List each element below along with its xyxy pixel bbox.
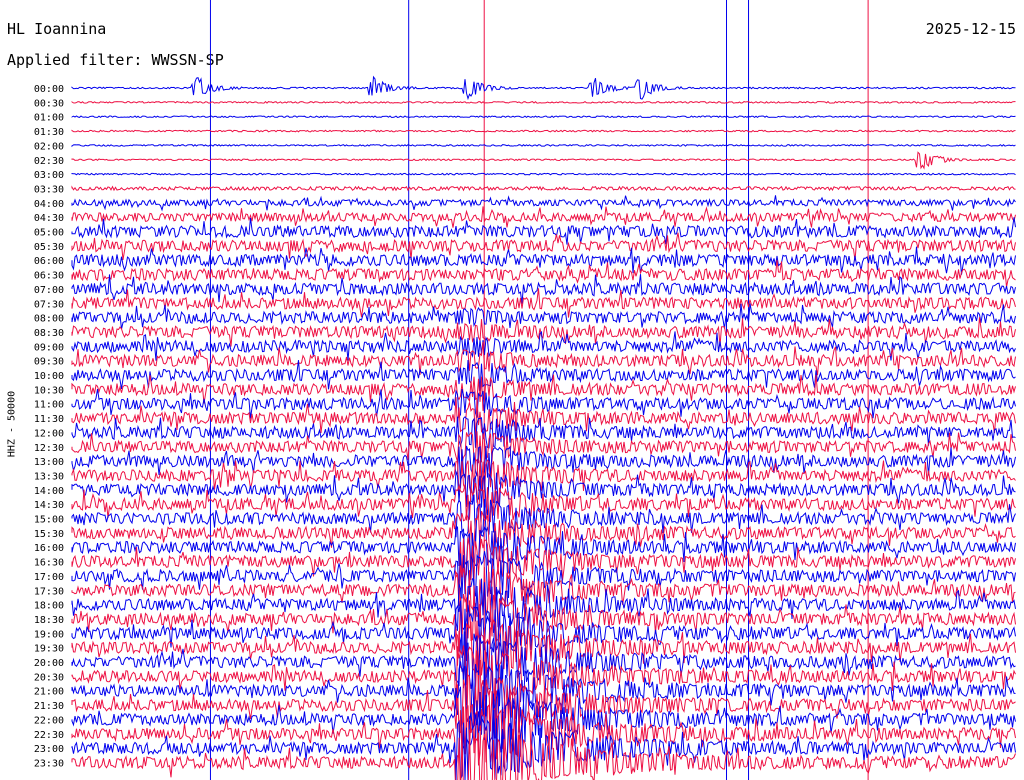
trace-row-0800 — [71, 303, 1016, 330]
trace-row-0300 — [71, 172, 1016, 176]
row-label: 19:00 — [34, 629, 64, 640]
row-label: 17:00 — [34, 572, 64, 583]
row-label: 22:00 — [34, 715, 64, 726]
trace-row-0230 — [71, 151, 1016, 170]
row-label: 08:00 — [34, 314, 64, 325]
row-label: 18:00 — [34, 601, 64, 612]
row-labels: 00:00 00:30 01:00 01:30 02:00 02:30 03:00 03:30… — [34, 84, 64, 769]
trace-row-0130 — [71, 129, 1016, 133]
row-label: 05:00 — [34, 228, 64, 239]
trace-row-1900 — [71, 600, 1016, 662]
row-label: 11:00 — [34, 400, 64, 411]
row-label: 21:00 — [34, 687, 64, 698]
row-label: 11:30 — [34, 414, 64, 425]
trace-row-0630 — [71, 259, 1016, 288]
row-label: 16:00 — [34, 543, 64, 554]
trace-row-0530 — [71, 232, 1016, 261]
row-label: 01:30 — [34, 127, 64, 138]
trace-row-0000 — [71, 75, 1016, 101]
row-label: 13:30 — [34, 471, 64, 482]
row-label: 20:30 — [34, 672, 64, 683]
row-label: 09:00 — [34, 342, 64, 353]
row-label: 00:30 — [34, 98, 64, 109]
trace-row-1030 — [71, 374, 1016, 411]
row-label: 00:00 — [34, 84, 64, 95]
helicorder-plot: 00:00 00:30 01:00 01:30 02:00 02:30 03:00 03:30… — [34, 0, 1016, 780]
row-label: 02:30 — [34, 156, 64, 167]
row-label: 23:00 — [34, 744, 64, 755]
row-label: 23:30 — [34, 758, 64, 769]
row-label: 01:00 — [34, 113, 64, 124]
row-label: 21:30 — [34, 701, 64, 712]
trace-row-0100 — [71, 115, 1016, 119]
row-label: 13:00 — [34, 457, 64, 468]
row-label: 07:30 — [34, 299, 64, 310]
row-label: 19:30 — [34, 644, 64, 655]
row-label: 18:30 — [34, 615, 64, 626]
row-label: 09:30 — [34, 357, 64, 368]
trace-row-0030 — [71, 100, 1016, 104]
row-label: 15:00 — [34, 515, 64, 526]
row-label: 12:00 — [34, 428, 64, 439]
row-label: 10:30 — [34, 385, 64, 396]
row-label: 02:00 — [34, 141, 64, 152]
row-label: 05:30 — [34, 242, 64, 253]
row-label: 16:30 — [34, 558, 64, 569]
row-label: 07:00 — [34, 285, 64, 296]
row-label: 06:30 — [34, 271, 64, 282]
row-label: 03:30 — [34, 184, 64, 195]
trace-row-0400 — [71, 195, 1016, 212]
row-label: 15:30 — [34, 529, 64, 540]
row-label: 08:30 — [34, 328, 64, 339]
row-label: 06:00 — [34, 256, 64, 267]
row-label: 12:30 — [34, 443, 64, 454]
row-label: 14:00 — [34, 486, 64, 497]
row-label: 20:00 — [34, 658, 64, 669]
row-label: 17:30 — [34, 586, 64, 597]
trace-row-0200 — [71, 144, 1016, 148]
row-label: 22:30 — [34, 730, 64, 741]
trace-lines — [71, 75, 1016, 780]
trace-row-0430 — [71, 206, 1016, 228]
row-label: 04:30 — [34, 213, 64, 224]
row-label: 03:00 — [34, 170, 64, 181]
row-label: 10:00 — [34, 371, 64, 382]
trace-row-2330 — [71, 728, 1016, 780]
row-label: 14:30 — [34, 500, 64, 511]
trace-row-0330 — [71, 185, 1016, 192]
row-label: 04:00 — [34, 199, 64, 210]
